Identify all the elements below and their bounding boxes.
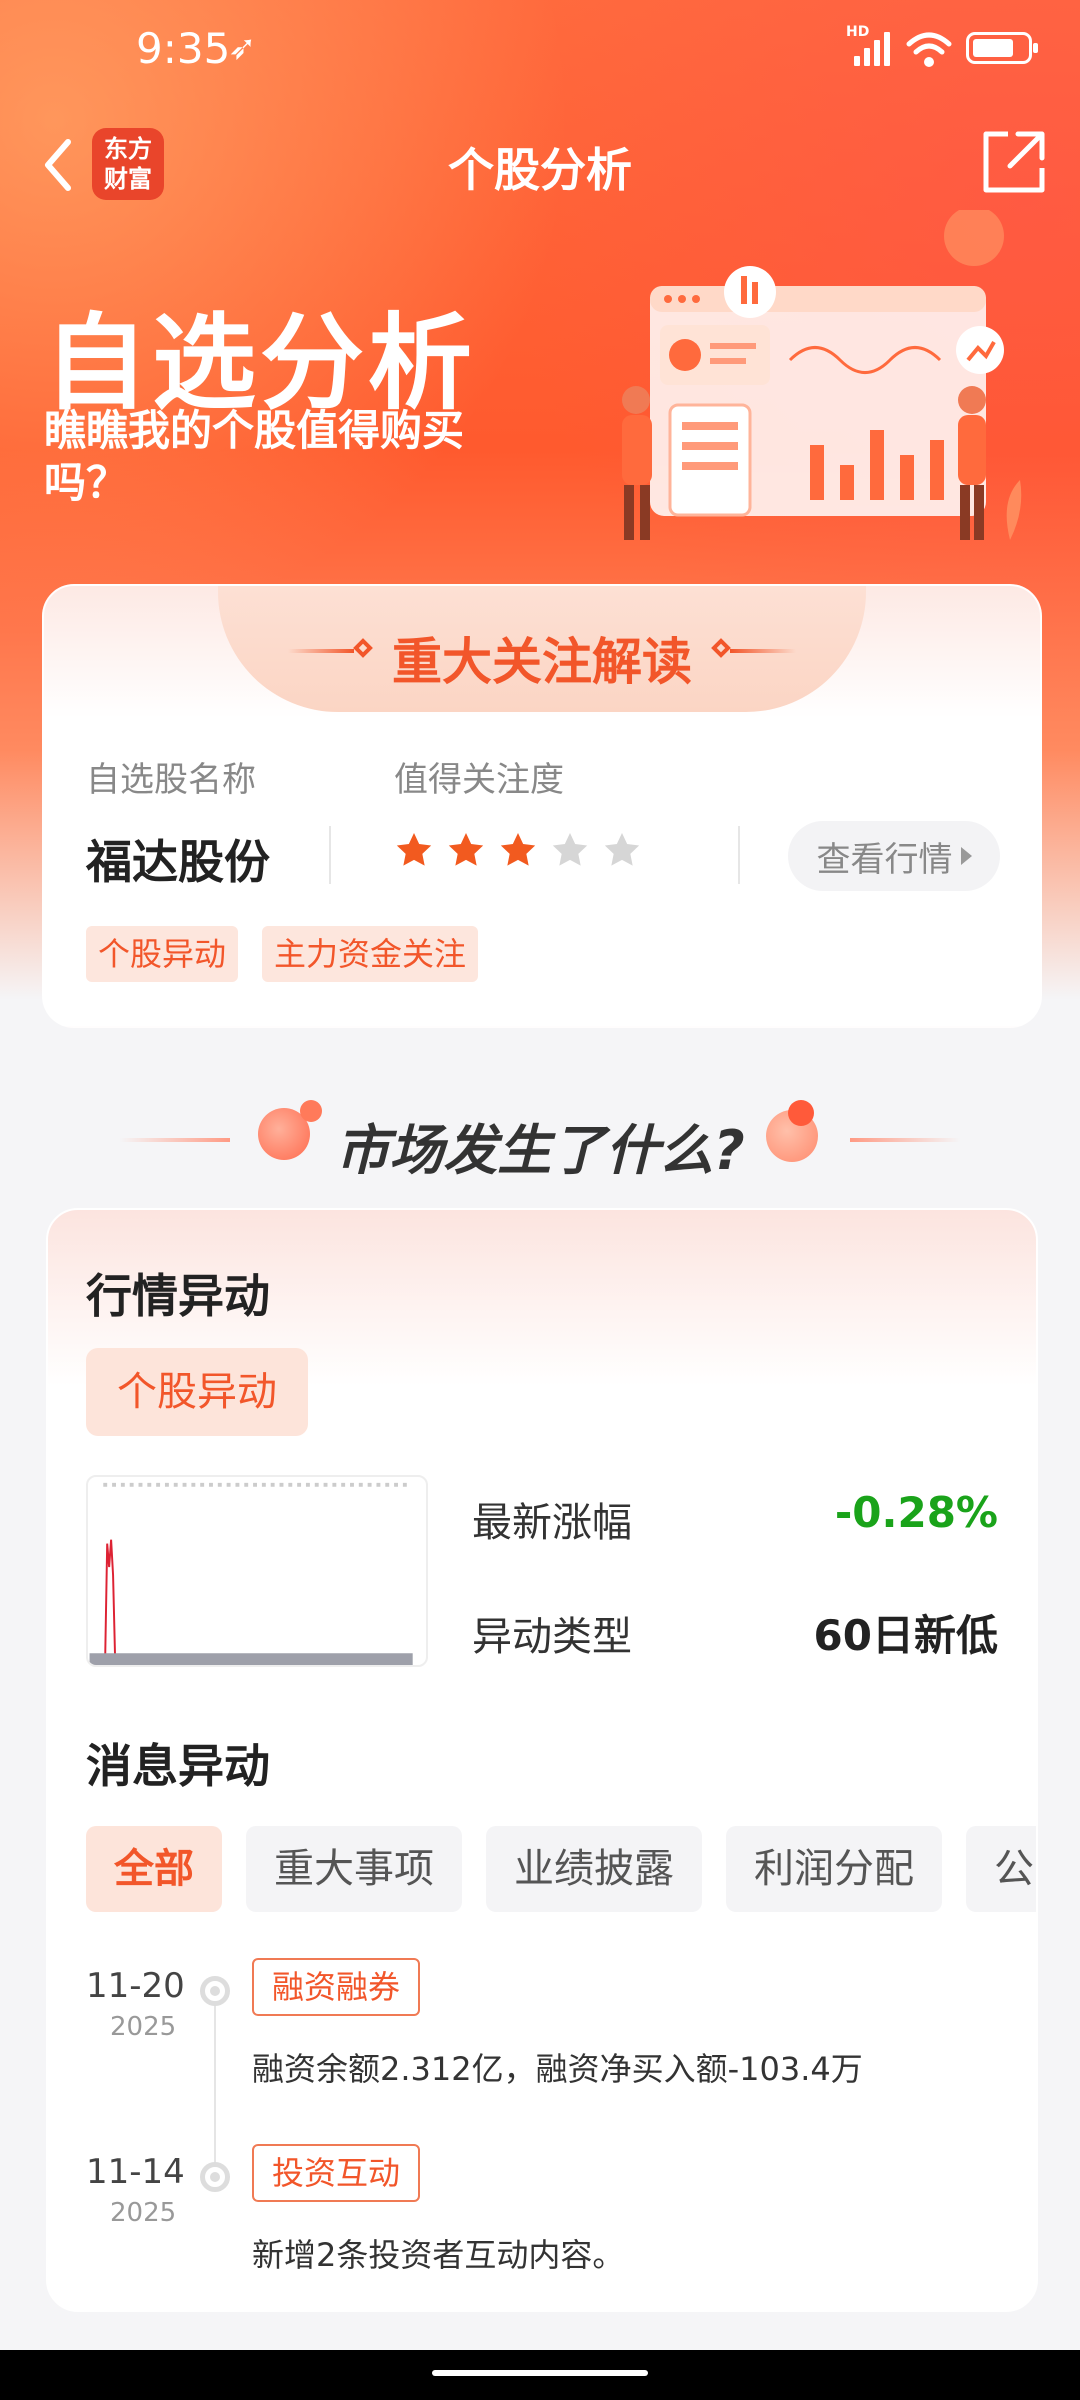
timeline-dot-icon	[200, 2162, 230, 2192]
timeline-item[interactable]: 11-20 2025 融资融券 融资余额2.312亿，融资净买入额-103.4万	[48, 1958, 1036, 2126]
focus-card-title: 重大关注解读	[392, 633, 692, 691]
status-icons: HD	[846, 24, 1038, 70]
divider	[738, 826, 740, 884]
system-nav-bar	[0, 2350, 1080, 2400]
timeline-year: 2025	[110, 2198, 177, 2228]
star-icon	[448, 833, 484, 866]
filter-tab-all[interactable]: 全部	[86, 1826, 222, 1912]
decor-line	[850, 1138, 960, 1142]
move-type-value: 60日新低	[813, 1611, 998, 1660]
attention-label: 值得关注度	[394, 760, 564, 800]
timeline-date: 11-20	[86, 1966, 185, 2006]
timeline-dot-icon	[200, 1976, 230, 2006]
stock-name-label: 自选股名称	[86, 760, 256, 800]
share-icon[interactable]	[978, 126, 1050, 198]
view-quote-label: 查看行情	[816, 839, 953, 880]
market-card: 行情异动 个股异动 最新涨幅 -0.28% 异动类型 60日新低 消息异动 全部…	[46, 1208, 1038, 2312]
focus-card: 重大关注解读 自选股名称 值得关注度 福达股份 查看行情 个股异动 主力资金关注	[42, 584, 1042, 1028]
nav-bar: 东方 财富 个股分析	[0, 120, 1080, 210]
status-time: 9:35	[136, 24, 231, 73]
stock-name[interactable]: 福达股份	[86, 826, 270, 892]
market-move-tag[interactable]: 个股异动	[86, 1348, 308, 1436]
telegram-icon: ➶	[228, 28, 257, 68]
timeline-text: 融资余额2.312亿，融资净买入额-103.4万	[252, 2050, 863, 2088]
timeline-date: 11-14	[86, 2152, 185, 2192]
timeline-item[interactable]: 11-14 2025 投资互动 新增2条投资者互动内容。	[48, 2144, 1036, 2312]
filter-tab-dividend[interactable]: 利润分配	[726, 1826, 942, 1912]
focus-card-header: 重大关注解读	[218, 586, 866, 712]
bubble-icon	[788, 1100, 814, 1126]
latest-change-label: 最新涨幅	[472, 1500, 632, 1546]
focus-tag: 个股异动	[86, 926, 239, 982]
news-filter-tabs: 全部 重大事项 业绩披露 利润分配 公司	[86, 1826, 1036, 1912]
timeline-tag: 投资互动	[252, 2144, 421, 2202]
filter-tab-company[interactable]: 公司	[966, 1826, 1036, 1912]
market-move-title: 行情异动	[86, 1269, 270, 1323]
status-bar: 9:35 ➶ HD	[0, 0, 1080, 100]
timeline-year: 2025	[110, 2012, 177, 2042]
focus-tag: 主力资金关注	[262, 926, 479, 982]
section-header: 市场发生了什么?	[0, 1100, 1080, 1182]
intraday-mini-chart[interactable]	[86, 1475, 428, 1667]
page-title: 个股分析	[448, 143, 632, 197]
focus-tags: 个股异动 主力资金关注	[86, 926, 479, 982]
move-type-label: 异动类型	[472, 1614, 632, 1660]
view-quote-button[interactable]: 查看行情	[788, 821, 1000, 891]
section-title: 市场发生了什么?	[335, 1119, 745, 1182]
timeline-text: 新增2条投资者互动内容。	[252, 2236, 625, 2274]
signal-icon: HD	[846, 24, 892, 70]
timeline-tag: 融资融券	[252, 1958, 421, 2016]
news-move-title: 消息异动	[86, 1739, 270, 1793]
wifi-icon	[906, 32, 952, 67]
hero-subtitle: 瞧瞧我的个股值得购买吗？	[44, 406, 465, 507]
filter-tab-major[interactable]: 重大事项	[246, 1826, 462, 1912]
analysis-illustration	[622, 210, 1022, 540]
caret-right-icon	[960, 847, 972, 865]
star-icon	[552, 833, 588, 866]
star-icon	[604, 833, 640, 866]
divider	[329, 826, 331, 884]
attention-stars	[394, 830, 642, 870]
home-indicator[interactable]	[432, 2370, 648, 2376]
battery-icon	[966, 32, 1038, 64]
star-icon	[396, 833, 432, 866]
decor-line	[730, 649, 796, 653]
filter-tab-earnings[interactable]: 业绩披露	[486, 1826, 702, 1912]
latest-change-value: -0.28%	[834, 1488, 998, 1537]
star-icon	[500, 833, 536, 866]
